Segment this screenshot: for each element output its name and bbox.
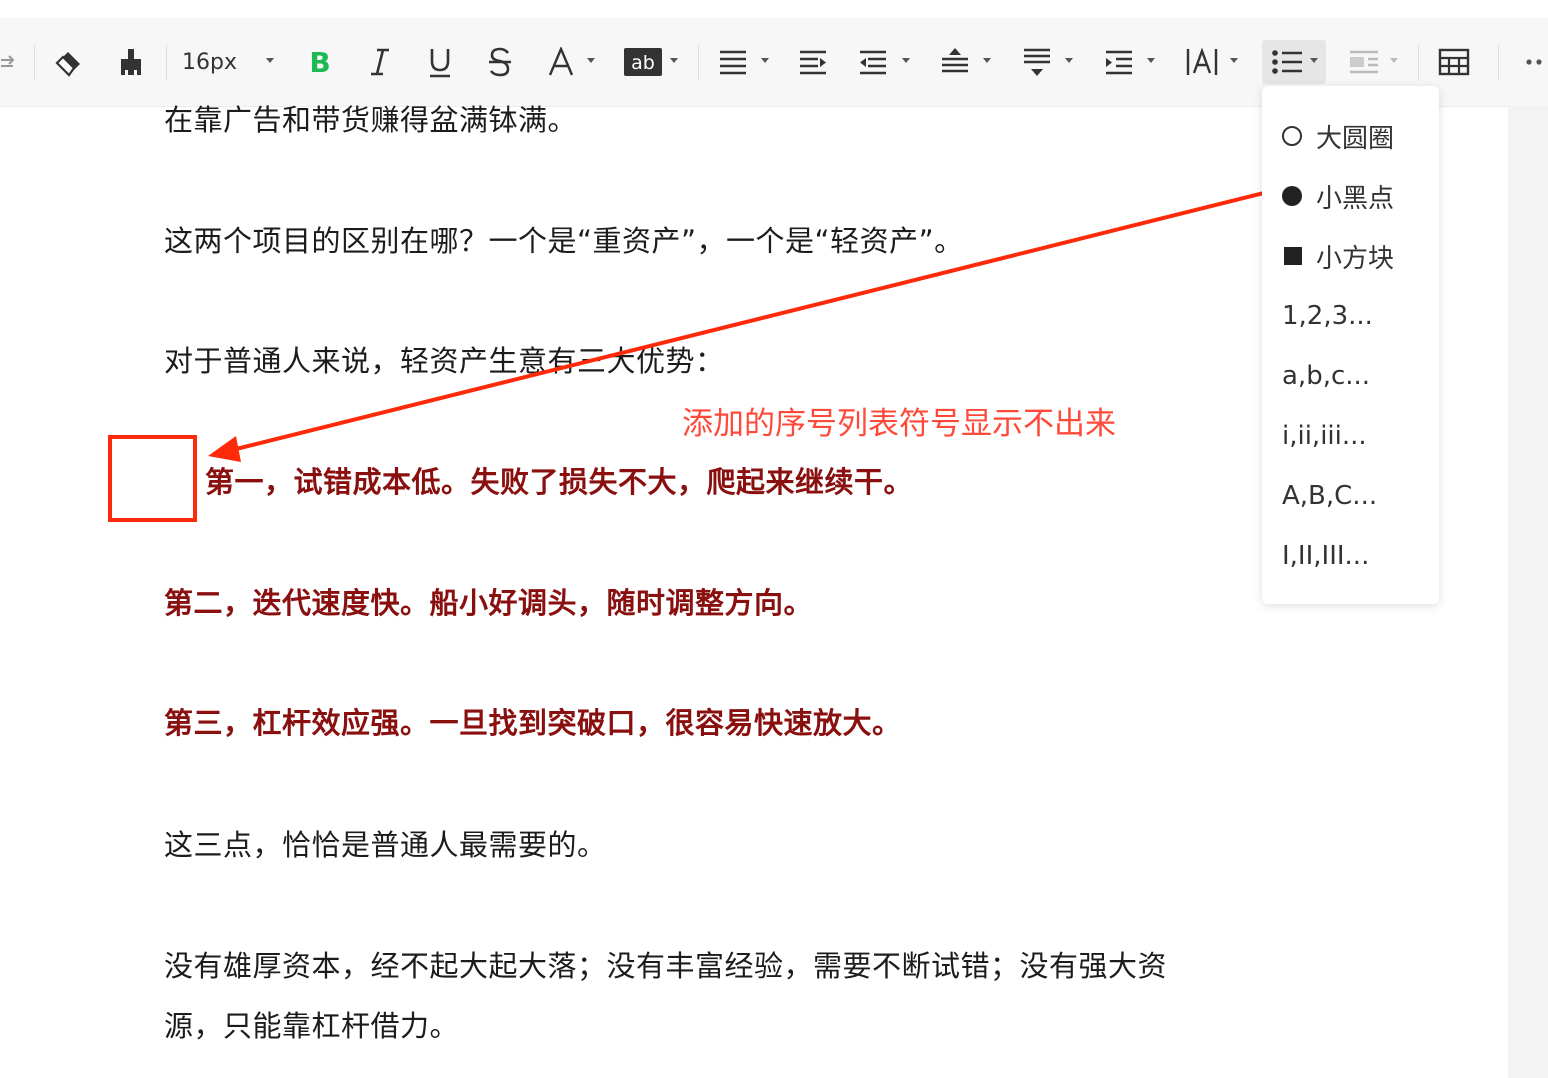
- paragraph-emphasis: 第三，杠杆效应强。一旦找到突破口，很容易快速放大。: [164, 706, 902, 740]
- align-caret-icon[interactable]: [761, 58, 769, 63]
- paragraph: 这两个项目的区别在哪？一个是“重资产”，一个是“轻资产”。: [164, 224, 964, 258]
- svg-text:ab: ab: [631, 52, 655, 74]
- toolbar-divider: [166, 45, 167, 81]
- dot-icon: [1282, 186, 1302, 206]
- scrollbar-track[interactable]: [1508, 106, 1548, 1078]
- letter-spacing-caret-icon[interactable]: [1230, 58, 1238, 63]
- toolbar-divider: [1418, 45, 1419, 81]
- highlight-caret-icon[interactable]: [670, 58, 678, 63]
- annotation-label: 添加的序号列表符号显示不出来: [682, 406, 1116, 442]
- highlight-color-icon[interactable]: ab: [624, 18, 662, 106]
- option-label: I,II,III...: [1282, 541, 1370, 571]
- paragraph: 这三点，恰恰是普通人最需要的。: [164, 828, 607, 862]
- line-height-caret-icon[interactable]: [983, 58, 991, 63]
- paragraph-emphasis: 第二，迭代速度快。船小好调头，随时调整方向。: [164, 586, 814, 620]
- list-style-option-large-circle[interactable]: 大圆圈: [1282, 116, 1394, 156]
- list-style-option-decimal[interactable]: 1,2,3...: [1282, 296, 1373, 336]
- image-align-caret-icon[interactable]: [1390, 58, 1398, 63]
- paragraph: 在靠广告和带货赚得盆满钵满。: [164, 103, 578, 137]
- font-size-value: 16px: [182, 49, 237, 75]
- bold-label: B: [309, 45, 331, 79]
- text-indent-icon[interactable]: [1102, 18, 1136, 106]
- list-style-option-lower-roman[interactable]: i,ii,iii...: [1282, 416, 1367, 456]
- paragraph: 对于普通人来说，轻资产生意有三大优势：: [164, 344, 725, 378]
- indent-caret-icon[interactable]: [902, 58, 910, 63]
- redo-icon[interactable]: [0, 18, 18, 106]
- paragraph: 没有雄厚资本，经不起大起大落；没有丰富经验，需要不断试错；没有强大资: [164, 949, 1168, 983]
- toolbar-divider: [1498, 45, 1499, 81]
- indent-decrease-icon[interactable]: [856, 18, 890, 106]
- annotation-highlight-box: [108, 435, 197, 522]
- text-indent-caret-icon[interactable]: [1147, 58, 1155, 63]
- list-style-option-lower-alpha[interactable]: a,b,c...: [1282, 356, 1370, 396]
- option-label: 小黑点: [1316, 183, 1395, 214]
- align-justify-icon[interactable]: [716, 18, 750, 106]
- list-style-option-small-dot[interactable]: 小黑点: [1282, 176, 1394, 216]
- option-label: 大圆圈: [1316, 123, 1395, 154]
- window-top-strip: [0, 0, 1548, 18]
- list-style-dropdown: 大圆圈 小黑点 小方块 1,2,3... a,b,c... i,ii,iii..…: [1262, 86, 1439, 604]
- line-height-icon[interactable]: [938, 18, 972, 106]
- letter-spacing-icon[interactable]: [1184, 18, 1220, 106]
- square-icon: [1284, 247, 1302, 265]
- font-color-caret-icon[interactable]: [587, 58, 595, 63]
- option-label: i,ii,iii...: [1282, 421, 1367, 451]
- paragraph-spacing-caret-icon[interactable]: [1065, 58, 1073, 63]
- toolbar-divider: [34, 45, 35, 81]
- table-icon[interactable]: [1436, 18, 1472, 106]
- list-style-option-small-square[interactable]: 小方块: [1282, 236, 1394, 276]
- eraser-icon[interactable]: [50, 18, 88, 106]
- more-icon[interactable]: [1520, 18, 1548, 106]
- option-label: A,B,C...: [1282, 481, 1378, 511]
- option-label: 1,2,3...: [1282, 301, 1373, 331]
- option-label: 小方块: [1316, 243, 1395, 274]
- font-size-caret-icon[interactable]: [266, 58, 274, 63]
- toolbar-divider: [698, 45, 699, 81]
- option-label: a,b,c...: [1282, 361, 1371, 391]
- format-painter-icon[interactable]: [112, 18, 150, 106]
- unordered-list-caret-icon[interactable]: [1310, 58, 1318, 63]
- list-item-emphasis: 第一，试错成本低。失败了损失不大，爬起来继续干。: [205, 465, 914, 499]
- circle-icon: [1282, 126, 1302, 146]
- indent-increase-icon[interactable]: [796, 18, 830, 106]
- list-style-option-upper-roman[interactable]: I,II,III...: [1282, 536, 1369, 576]
- paragraph-spacing-icon[interactable]: [1020, 18, 1054, 106]
- list-style-option-upper-alpha[interactable]: A,B,C...: [1282, 476, 1377, 516]
- paragraph: 源，只能靠杠杆借力。: [164, 1009, 460, 1043]
